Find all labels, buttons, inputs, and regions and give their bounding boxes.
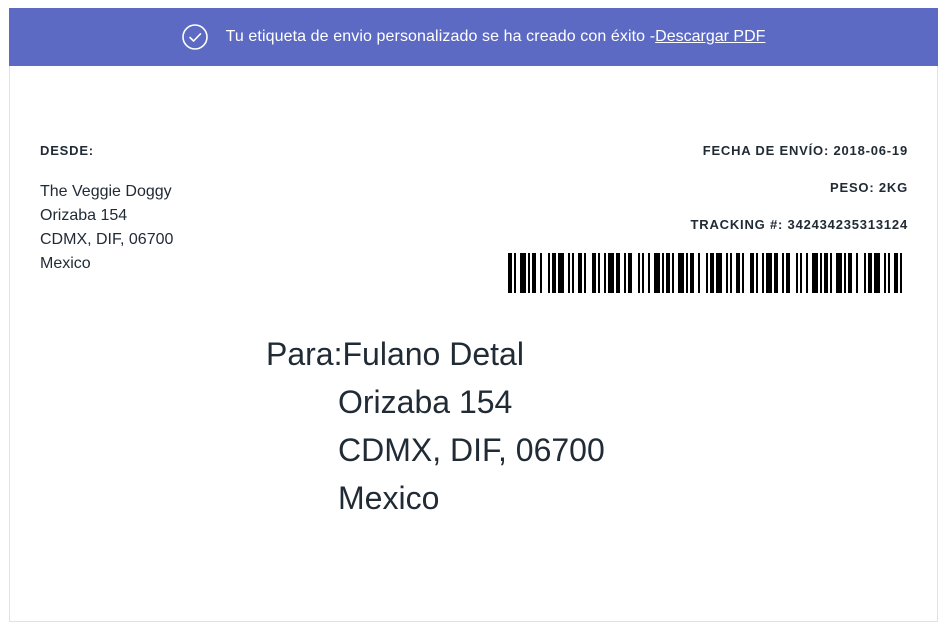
recipient-name: Fulano Detal: [342, 336, 524, 372]
tracking-number: TRACKING #: 342434235313124: [690, 217, 908, 232]
package-weight: PESO: 2KG: [830, 180, 908, 195]
success-banner: Tu etiqueta de envio personalizado se ha…: [9, 8, 938, 66]
ship-date: FECHA DE ENVÍO: 2018-06-19: [702, 143, 908, 158]
from-line: CDMX, DIF, 06700: [40, 231, 174, 248]
to-line: Mexico: [338, 480, 440, 516]
check-circle-icon: [181, 24, 208, 50]
recipient-name-line: Para:Fulano Detal: [266, 330, 605, 378]
shipping-label-page: Tu etiqueta de envio personalizado se ha…: [0, 0, 949, 627]
from-line: Orizaba 154: [40, 207, 128, 224]
label-card: [9, 8, 938, 622]
sender-address: DESDE: The Veggie Doggy Orizaba 154 CDMX…: [40, 143, 173, 276]
shipment-meta: FECHA DE ENVÍO: 2018-06-19 PESO: 2KG TRA…: [691, 143, 908, 254]
to-line: CDMX, DIF, 06700: [338, 432, 605, 468]
download-pdf-link[interactable]: Descargar PDF: [655, 28, 765, 46]
from-label: DESDE:: [40, 143, 94, 158]
from-line: The Veggie Doggy: [40, 183, 172, 200]
to-line: Orizaba 154: [338, 384, 513, 420]
barcode-icon: [508, 253, 902, 293]
recipient-address: Para:Fulano Detal Orizaba 154 CDMX, DIF,…: [266, 330, 605, 522]
to-prefix: Para:: [266, 336, 343, 372]
success-message: Tu etiqueta de envio personalizado se ha…: [225, 28, 656, 45]
from-lines: The Veggie Doggy Orizaba 154 CDMX, DIF, …: [40, 180, 173, 276]
from-line: Mexico: [40, 255, 91, 272]
